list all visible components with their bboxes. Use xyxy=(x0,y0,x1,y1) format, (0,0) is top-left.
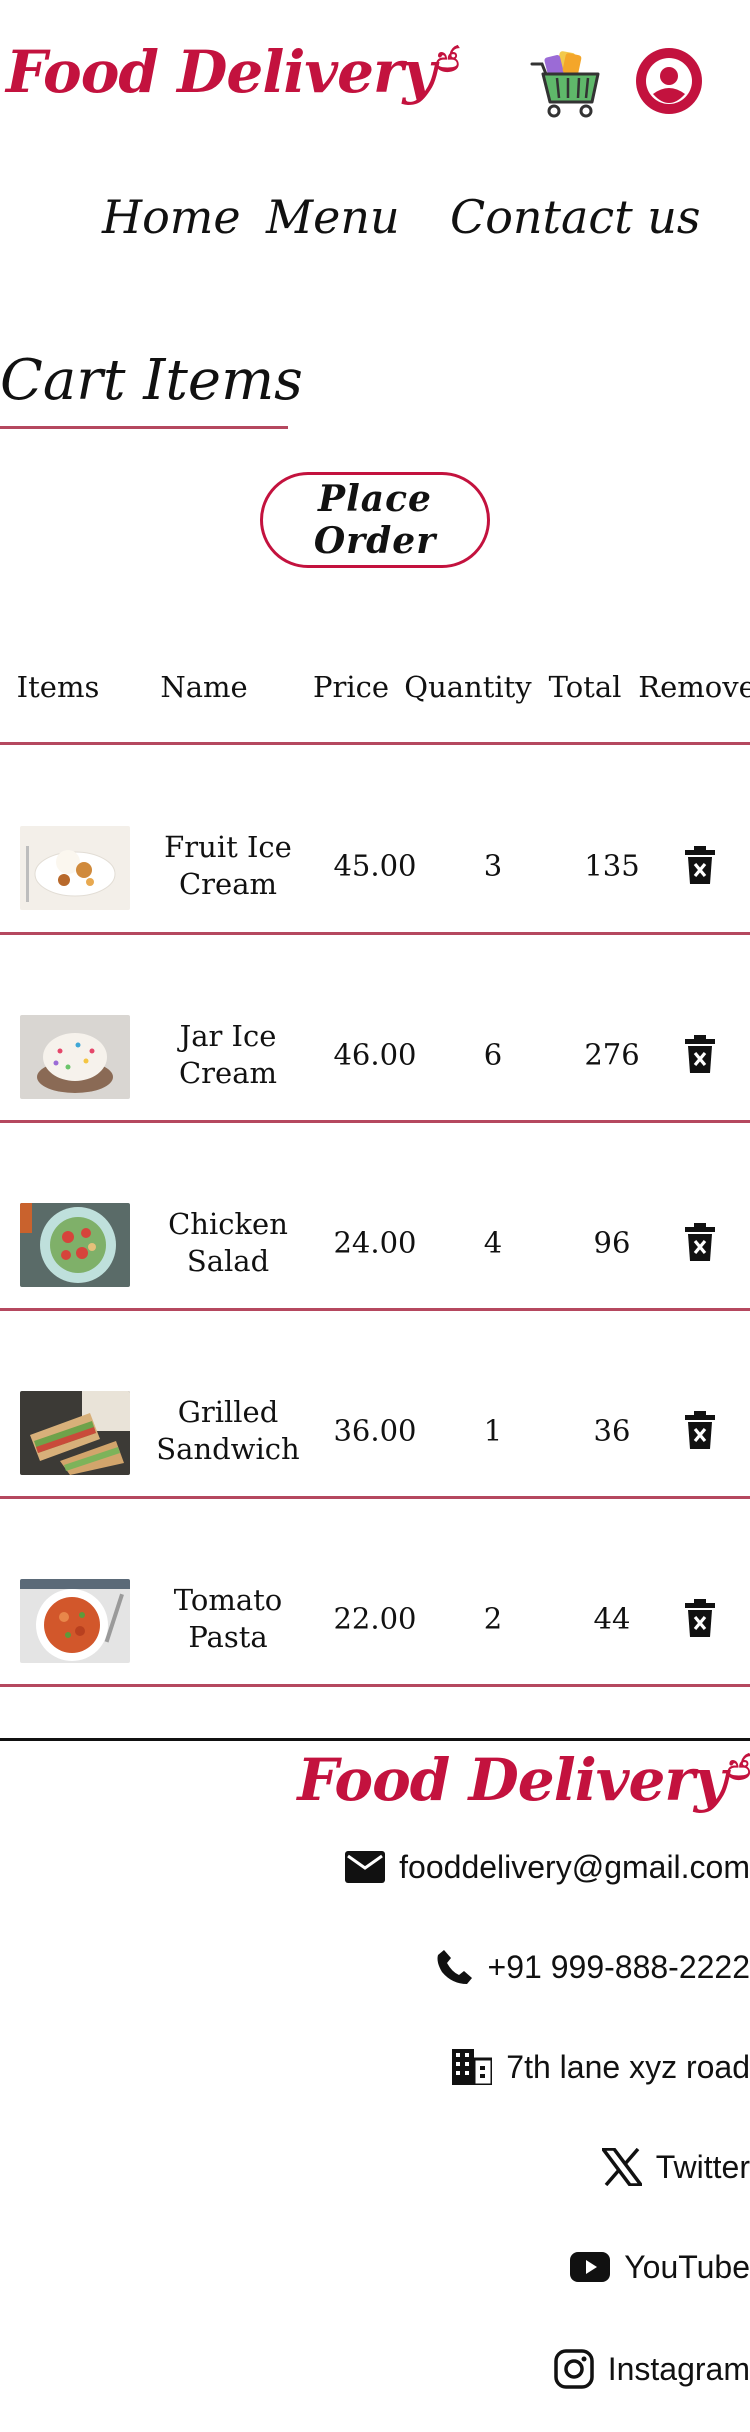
item-price: 22.00 xyxy=(333,1601,417,1636)
row-divider xyxy=(0,1684,750,1687)
item-price: 45.00 xyxy=(333,848,417,883)
item-name: Tomato Pasta xyxy=(173,1583,283,1654)
item-name: Grilled Sandwich xyxy=(156,1395,300,1466)
brand-name: Food Delivery xyxy=(6,38,436,106)
item-total: 135 xyxy=(584,848,640,883)
item-total: 36 xyxy=(593,1413,631,1448)
column-header-price: Price xyxy=(312,670,390,704)
column-header-quantity: Quantity xyxy=(404,670,532,704)
item-name: Chicken Salad xyxy=(168,1207,288,1278)
trash-icon[interactable] xyxy=(684,1411,716,1449)
page-title: Cart Items xyxy=(0,348,303,413)
item-quantity: 6 xyxy=(483,1037,503,1072)
table-row: Tomato Pasta 22.00 2 44 xyxy=(0,1497,750,1687)
brand-logo[interactable]: Food Deliveryජ xyxy=(6,38,460,106)
item-name: Fruit Ice Cream xyxy=(164,830,292,901)
item-name: Jar Ice Cream xyxy=(178,1019,277,1090)
table-row: Fruit Ice Cream 45.00 3 135 xyxy=(0,744,750,934)
footer-email[interactable]: fooddelivery@gmail.com xyxy=(345,1842,750,1892)
email-text: fooddelivery@gmail.com xyxy=(399,1848,750,1885)
tomato-pasta-image xyxy=(20,1579,130,1663)
footer-twitter-link[interactable]: Twitter xyxy=(601,2142,750,2192)
youtube-icon xyxy=(570,2252,611,2282)
youtube-text: YouTube xyxy=(624,2248,750,2285)
trash-icon[interactable] xyxy=(684,1035,716,1073)
footer-address[interactable]: 7th lane xyz road xyxy=(452,2042,750,2092)
jar-ice-cream-image xyxy=(20,1015,130,1099)
item-quantity: 4 xyxy=(483,1225,503,1260)
table-row: Jar Ice Cream 46.00 6 276 xyxy=(0,933,750,1123)
item-total: 96 xyxy=(593,1225,631,1260)
phone-text: +91 999-888-2222 xyxy=(487,1948,750,1985)
item-quantity: 1 xyxy=(483,1413,503,1448)
building-icon xyxy=(452,2049,493,2085)
twitter-text: Twitter xyxy=(655,2148,750,2185)
column-header-remove: Remove xyxy=(638,670,750,704)
address-text: 7th lane xyz road xyxy=(506,2048,750,2085)
brand-mark: ජ xyxy=(435,38,459,81)
title-underline xyxy=(0,426,288,429)
trash-icon[interactable] xyxy=(684,846,716,884)
chicken-salad-image xyxy=(20,1203,130,1287)
item-price: 36.00 xyxy=(333,1413,417,1448)
item-quantity: 2 xyxy=(483,1601,503,1636)
item-price: 24.00 xyxy=(333,1225,417,1260)
footer-youtube-link[interactable]: YouTube xyxy=(570,2242,750,2292)
instagram-icon xyxy=(553,2349,594,2389)
item-quantity: 3 xyxy=(483,848,503,883)
footer-brand-mark: ජ xyxy=(726,1746,750,1789)
nav-contact-link[interactable]: Contact us xyxy=(450,190,701,244)
table-row: Grilled Sandwich 36.00 1 36 xyxy=(0,1309,750,1499)
footer-brand-name: Food Delivery xyxy=(297,1746,727,1814)
footer-brand-logo[interactable]: Food Deliveryජ xyxy=(297,1746,750,1814)
email-icon xyxy=(345,1851,386,1883)
table-row: Chicken Salad 24.00 4 96 xyxy=(0,1121,750,1311)
column-header-total: Total xyxy=(548,670,622,704)
item-total: 44 xyxy=(593,1601,631,1636)
fruit-ice-cream-image xyxy=(20,826,130,910)
trash-icon[interactable] xyxy=(684,1223,716,1261)
trash-icon[interactable] xyxy=(684,1599,716,1637)
account-circle-icon[interactable] xyxy=(636,48,702,114)
nav-home-link[interactable]: Home xyxy=(102,190,241,244)
place-order-button[interactable]: Place Order xyxy=(260,472,490,568)
nav-menu-link[interactable]: Menu xyxy=(266,190,400,244)
phone-icon xyxy=(437,1950,472,1984)
footer-instagram-link[interactable]: Instagram xyxy=(553,2344,750,2394)
footer-phone[interactable]: +91 999-888-2222 xyxy=(436,1942,750,1992)
instagram-text: Instagram xyxy=(607,2350,750,2387)
footer-divider xyxy=(0,1738,750,1741)
x-twitter-icon xyxy=(601,2148,642,2186)
item-total: 276 xyxy=(584,1037,640,1072)
grilled-sandwich-image xyxy=(20,1391,130,1475)
shopping-basket-icon[interactable] xyxy=(530,48,602,118)
item-price: 46.00 xyxy=(333,1037,417,1072)
main-nav: Home Menu Contact us xyxy=(0,190,750,260)
column-header-name: Name xyxy=(160,670,248,704)
column-header-items: Items xyxy=(16,670,100,704)
